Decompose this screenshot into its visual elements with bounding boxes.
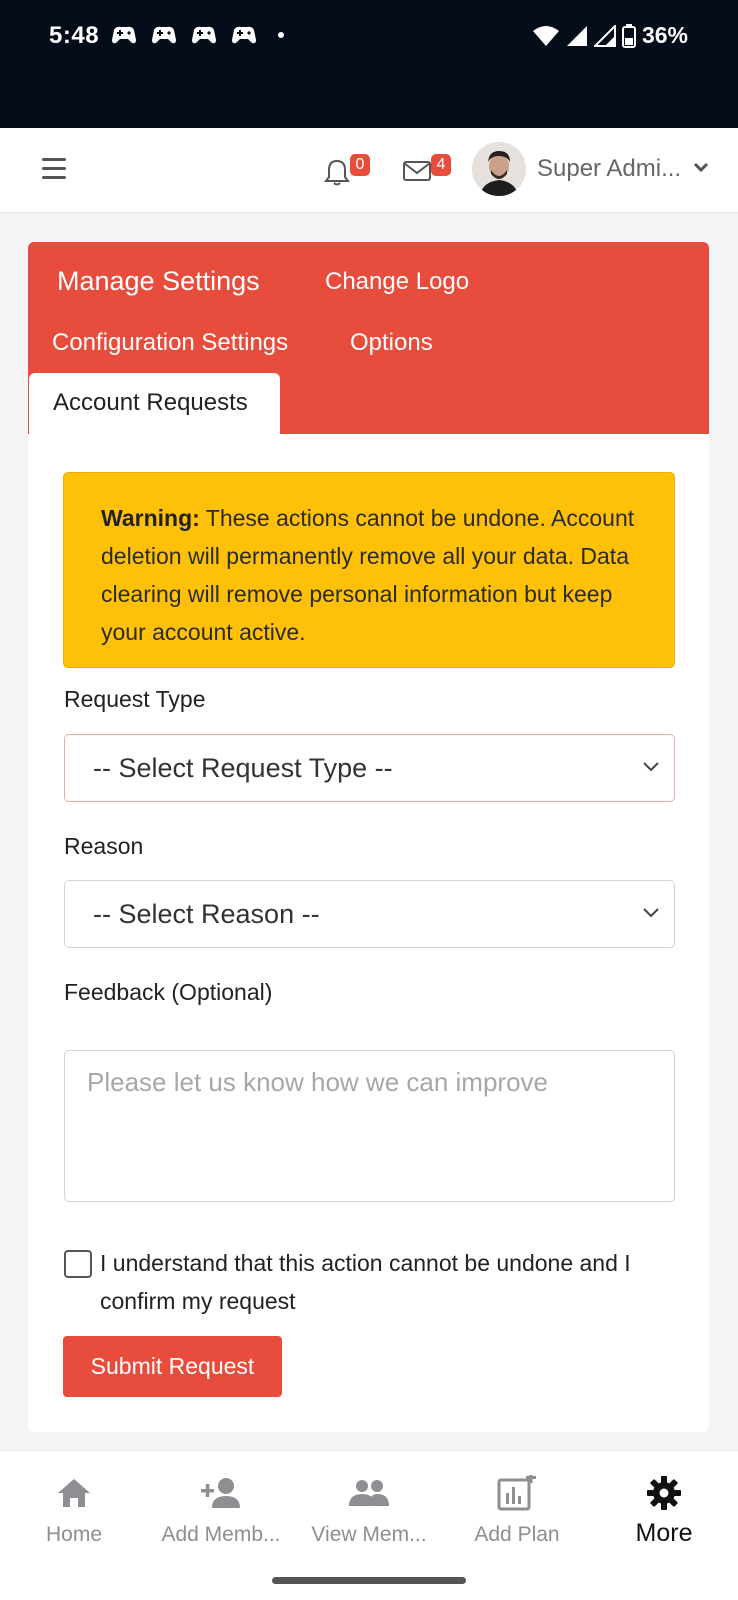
notifications-button[interactable]: 0 bbox=[324, 154, 370, 186]
nav-add-member-label: Add Memb... bbox=[161, 1523, 281, 1546]
add-member-icon bbox=[201, 1478, 240, 1508]
messages-button[interactable]: 4 bbox=[403, 154, 451, 186]
nav-home[interactable]: Home bbox=[0, 1451, 148, 1561]
tab-account-requests[interactable]: Account Requests bbox=[29, 373, 280, 435]
reason-value: -- Select Reason -- bbox=[93, 899, 320, 929]
status-time: 5:48 bbox=[49, 22, 100, 49]
status-right: 36% bbox=[532, 22, 688, 49]
nav-add-member[interactable]: Add Memb... bbox=[147, 1451, 295, 1561]
nav-view-members-label: View Mem... bbox=[311, 1523, 427, 1546]
notification-dot-icon bbox=[278, 32, 284, 38]
tab-manage-settings[interactable]: Manage Settings bbox=[57, 266, 260, 297]
add-plan-icon bbox=[497, 1475, 536, 1511]
bell-icon bbox=[324, 159, 350, 186]
nav-more-label: More bbox=[635, 1519, 693, 1547]
reason-select[interactable]: -- Select Reason -- bbox=[64, 880, 675, 948]
battery-icon bbox=[621, 23, 636, 48]
app-header: 0 4 Super Admi... bbox=[0, 128, 738, 213]
signal-icon bbox=[593, 24, 616, 47]
chevron-down-icon bbox=[643, 908, 659, 918]
settings-card: Manage Settings Change Logo Configuratio… bbox=[28, 242, 709, 1432]
nav-home-label: Home bbox=[45, 1523, 103, 1546]
status-bar: 5:48 36% bbox=[0, 0, 738, 128]
nav-view-members[interactable]: View Mem... bbox=[295, 1451, 443, 1561]
envelope-icon bbox=[403, 161, 431, 181]
reason-label: Reason bbox=[64, 833, 144, 859]
home-icon bbox=[58, 1479, 90, 1507]
game-controller-icon bbox=[232, 26, 256, 44]
user-name[interactable]: Super Admi... bbox=[537, 155, 681, 183]
tab-change-logo[interactable]: Change Logo bbox=[325, 268, 469, 296]
wifi-icon bbox=[532, 25, 559, 46]
confirm-label[interactable]: I understand that this action cannot be … bbox=[100, 1244, 680, 1320]
menu-icon[interactable] bbox=[42, 158, 66, 180]
members-icon bbox=[349, 1480, 389, 1506]
gear-icon bbox=[647, 1476, 681, 1510]
game-controller-icon bbox=[112, 26, 136, 44]
warning-title: Warning: bbox=[101, 505, 200, 531]
feedback-label: Feedback (Optional) bbox=[64, 979, 273, 1005]
submit-request-button[interactable]: Submit Request bbox=[63, 1336, 282, 1397]
request-type-select[interactable]: -- Select Request Type -- bbox=[64, 734, 675, 802]
home-indicator[interactable] bbox=[272, 1577, 466, 1584]
messages-badge: 4 bbox=[431, 154, 451, 176]
game-controller-icon bbox=[152, 26, 176, 44]
nav-add-plan-label: Add Plan bbox=[474, 1523, 560, 1546]
tab-options[interactable]: Options bbox=[350, 329, 433, 357]
chevron-down-icon[interactable] bbox=[693, 161, 709, 173]
request-type-label: Request Type bbox=[64, 686, 206, 712]
warning-alert: Warning: These actions cannot be undone.… bbox=[63, 472, 675, 668]
feedback-textarea[interactable] bbox=[64, 1050, 675, 1202]
status-app-icons bbox=[110, 24, 284, 46]
settings-tabs: Manage Settings Change Logo Configuratio… bbox=[28, 242, 709, 435]
signal-icon bbox=[566, 25, 587, 46]
battery-level: 36% bbox=[641, 22, 688, 48]
nav-more[interactable]: More bbox=[590, 1451, 738, 1561]
chevron-down-icon bbox=[643, 762, 659, 772]
nav-add-plan[interactable]: Add Plan bbox=[443, 1451, 591, 1561]
avatar[interactable] bbox=[472, 142, 526, 196]
notifications-badge: 0 bbox=[350, 154, 370, 176]
tab-configuration-settings[interactable]: Configuration Settings bbox=[52, 329, 288, 357]
game-controller-icon bbox=[192, 26, 216, 44]
confirm-checkbox[interactable] bbox=[64, 1250, 92, 1278]
request-type-value: -- Select Request Type -- bbox=[93, 753, 393, 783]
